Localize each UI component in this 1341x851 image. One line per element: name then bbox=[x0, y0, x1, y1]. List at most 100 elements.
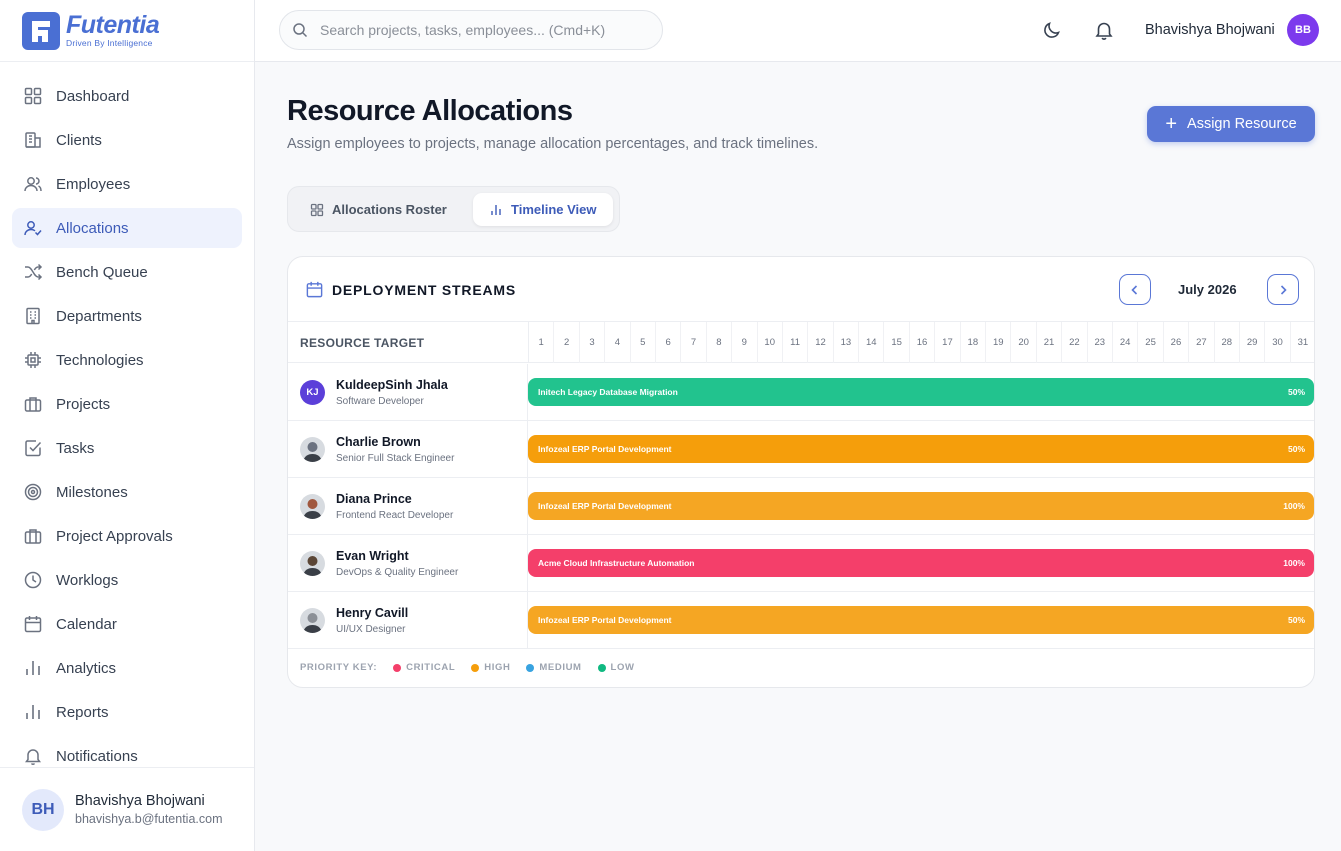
day-column-header: 28 bbox=[1215, 322, 1240, 363]
sidebar-item-label: Allocations bbox=[56, 219, 129, 237]
day-column-header: 13 bbox=[834, 322, 860, 363]
search-input[interactable] bbox=[320, 22, 640, 38]
sidebar-user-email: bhavishya.b@futentia.com bbox=[75, 812, 223, 826]
search-icon bbox=[293, 23, 308, 38]
day-column-header: 18 bbox=[961, 322, 987, 363]
resource-role: DevOps & Quality Engineer bbox=[336, 567, 459, 578]
sidebar-item-label: Worklogs bbox=[56, 571, 119, 589]
clock-icon bbox=[24, 571, 42, 589]
sidebar-item-clients[interactable]: Clients bbox=[12, 120, 242, 160]
allocation-bar[interactable]: Acme Cloud Infrastructure Automation 100% bbox=[528, 549, 1314, 577]
avatar-photo bbox=[300, 437, 325, 462]
allocation-bar[interactable]: Initech Legacy Database Migration 50% bbox=[528, 378, 1314, 406]
day-column-header: 23 bbox=[1088, 322, 1113, 363]
allocation-project: Infozeal ERP Portal Development bbox=[538, 501, 672, 511]
day-column-header: 15 bbox=[884, 322, 910, 363]
target-icon bbox=[24, 483, 42, 501]
sidebar-item-worklogs[interactable]: Worklogs bbox=[12, 560, 242, 600]
sidebar-item-tasks[interactable]: Tasks bbox=[12, 428, 242, 468]
sidebar-item-technologies[interactable]: Technologies bbox=[12, 340, 242, 380]
sidebar-item-project-approvals[interactable]: Project Approvals bbox=[12, 516, 242, 556]
sidebar-item-employees[interactable]: Employees bbox=[12, 164, 242, 204]
legend-dot bbox=[526, 663, 535, 672]
user-name[interactable]: Bhavishya Bhojwani bbox=[1145, 22, 1275, 38]
day-column-header: 10 bbox=[758, 322, 783, 363]
resource-role: Senior Full Stack Engineer bbox=[336, 453, 455, 464]
avatar-photo bbox=[300, 494, 325, 519]
day-columns: 1 2 3 4 5 6 7 8 9 10 11 12 13 14 15 16 17 18 19 20 21 22 23 24 2… bbox=[528, 322, 1314, 363]
sidebar-item-label: Employees bbox=[56, 175, 131, 193]
sidebar-item-label: Projects bbox=[56, 395, 111, 413]
resource-cell[interactable]: Evan Wright DevOps & Quality Engineer bbox=[288, 535, 528, 592]
resource-role: UI/UX Designer bbox=[336, 624, 406, 635]
sidebar-item-reports[interactable]: Reports bbox=[12, 692, 242, 732]
legend-dot bbox=[471, 663, 480, 672]
table-row: Henry Cavill UI/UX Designer Infozeal ERP P… bbox=[288, 592, 1314, 649]
resource-name: KuldeepSinh Jhala bbox=[336, 378, 448, 392]
users-icon bbox=[24, 177, 42, 192]
resource-name: Charlie Brown bbox=[336, 435, 421, 449]
avatar[interactable]: BB bbox=[1287, 14, 1319, 46]
day-column-header: 6 bbox=[656, 322, 682, 363]
sidebar-item-milestones[interactable]: Milestones bbox=[12, 472, 242, 512]
sidebar-item-label: Clients bbox=[56, 131, 102, 149]
day-column-header: 14 bbox=[859, 322, 885, 363]
sidebar-item-departments[interactable]: Departments bbox=[12, 296, 242, 336]
day-column-header: 2 bbox=[554, 322, 580, 363]
sidebar-item-projects[interactable]: Projects bbox=[12, 384, 242, 424]
tab-label: Timeline View bbox=[511, 202, 597, 217]
sidebar-item-analytics[interactable]: Analytics bbox=[12, 648, 242, 688]
resource-cell[interactable]: KJ KuldeepSinh Jhala Software Developer bbox=[288, 364, 528, 421]
moon-icon[interactable] bbox=[1041, 19, 1063, 41]
prev-month-button[interactable] bbox=[1119, 274, 1151, 305]
topbar: Bhavishya Bhojwani BB bbox=[255, 0, 1341, 62]
logo-icon bbox=[22, 11, 60, 50]
sidebar-item-allocations[interactable]: Allocations bbox=[12, 208, 242, 248]
allocation-bar[interactable]: Infozeal ERP Portal Development 100% bbox=[528, 492, 1314, 520]
search-box[interactable] bbox=[279, 10, 663, 50]
bar-chart-icon bbox=[26, 661, 40, 675]
assign-resource-button[interactable]: + Assign Resource bbox=[1147, 106, 1315, 142]
sidebar-item-calendar[interactable]: Calendar bbox=[12, 604, 242, 644]
day-column-header: 7 bbox=[681, 322, 707, 363]
resource-cell[interactable]: Diana Prince Frontend React Developer bbox=[288, 478, 528, 535]
resource-cell[interactable]: Henry Cavill UI/UX Designer bbox=[288, 592, 528, 649]
resource-name: Evan Wright bbox=[336, 549, 409, 563]
resource-cell[interactable]: Charlie Brown Senior Full Stack Engineer bbox=[288, 421, 528, 478]
avatar-photo bbox=[300, 551, 325, 576]
legend-label: LOW bbox=[610, 662, 635, 673]
allocation-bar[interactable]: Infozeal ERP Portal Development 50% bbox=[528, 606, 1314, 634]
day-column-header: 25 bbox=[1138, 322, 1164, 363]
month-label: July 2026 bbox=[1178, 282, 1237, 297]
day-column-header: 21 bbox=[1037, 322, 1063, 363]
legend-dot bbox=[393, 663, 402, 672]
table-row: Evan Wright DevOps & Quality Engineer Acme… bbox=[288, 535, 1314, 592]
bell-icon bbox=[25, 749, 41, 766]
sidebar-item-bench-queue[interactable]: Bench Queue bbox=[12, 252, 242, 292]
tab-timeline-view[interactable]: Timeline View bbox=[473, 193, 613, 226]
sidebar-item-label: Analytics bbox=[56, 659, 117, 677]
day-column-header: 11 bbox=[783, 322, 809, 363]
sidebar-user-card[interactable]: BH Bhavishya Bhojwani bhavishya.b@futent… bbox=[0, 767, 254, 851]
sidebar-item-label: Notifications bbox=[56, 747, 138, 765]
table-row: Diana Prince Frontend React Developer Info… bbox=[288, 478, 1314, 535]
sidebar-item-dashboard[interactable]: Dashboard bbox=[12, 76, 242, 116]
calendar-icon bbox=[24, 616, 42, 633]
tab-allocations-roster[interactable]: Allocations Roster bbox=[310, 193, 447, 226]
page-title: Resource Allocations bbox=[287, 95, 573, 127]
chip-icon bbox=[25, 352, 41, 368]
bell-icon[interactable] bbox=[1093, 19, 1115, 41]
allocation-bar[interactable]: Infozeal ERP Portal Development 50% bbox=[528, 435, 1314, 463]
plus-icon: + bbox=[1165, 113, 1178, 135]
next-month-button[interactable] bbox=[1267, 274, 1299, 305]
brand[interactable]: Futentia Driven By Intelligence bbox=[0, 0, 254, 62]
avatar: KJ bbox=[300, 380, 325, 405]
day-column-header: 9 bbox=[732, 322, 758, 363]
day-column-header: 22 bbox=[1062, 322, 1088, 363]
legend-label: CRITICAL bbox=[406, 662, 456, 673]
timeline-grid-header: RESOURCE TARGET 1 2 3 4 5 6 7 8 9 10 11 12 13 14 15 16 1… bbox=[288, 322, 1314, 363]
resource-name: Henry Cavill bbox=[336, 606, 409, 620]
avatar: BH bbox=[22, 788, 64, 831]
allocation-percent: 50% bbox=[1287, 615, 1305, 625]
day-column-header: 31 bbox=[1291, 322, 1314, 363]
